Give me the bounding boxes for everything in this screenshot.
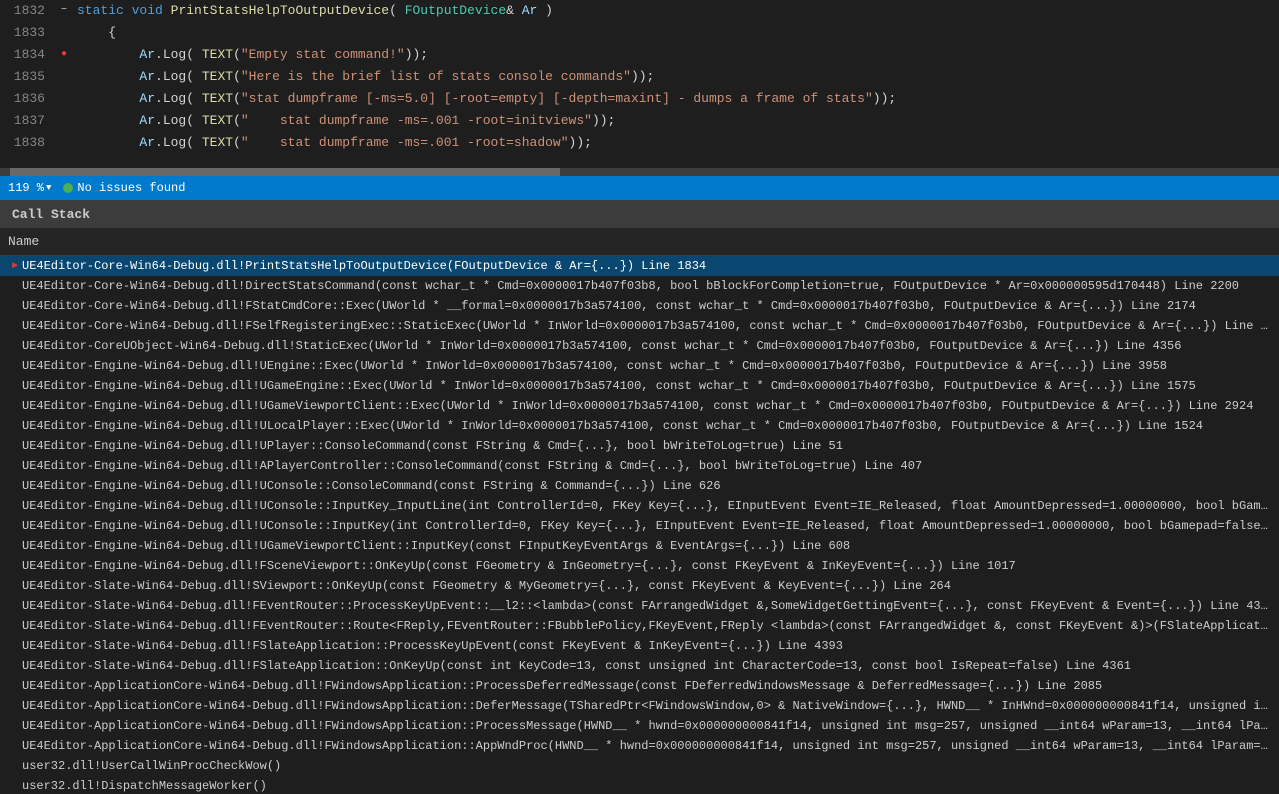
line-content: Ar.Log( TEXT("Empty stat command!"));	[73, 44, 1279, 66]
call-stack-item[interactable]: UE4Editor-Engine-Win64-Debug.dll!UPlayer…	[0, 436, 1279, 456]
call-stack-item[interactable]: UE4Editor-Engine-Win64-Debug.dll!UGameVi…	[0, 396, 1279, 416]
line-indicator: ●	[55, 44, 73, 66]
call-stack-item-text: UE4Editor-Engine-Win64-Debug.dll!UPlayer…	[22, 439, 843, 453]
call-stack-item[interactable]: UE4Editor-ApplicationCore-Win64-Debug.dl…	[0, 676, 1279, 696]
call-stack-item[interactable]: UE4Editor-Engine-Win64-Debug.dll!UEngine…	[0, 356, 1279, 376]
line-number: 1836	[0, 88, 55, 110]
call-stack-item-text: user32.dll!UserCallWinProcCheckWow()	[22, 759, 281, 773]
status-bar: 119 % ▼ No issues found	[0, 176, 1279, 200]
call-stack-item[interactable]: UE4Editor-Slate-Win64-Debug.dll!SViewpor…	[0, 576, 1279, 596]
call-stack-item[interactable]: UE4Editor-Core-Win64-Debug.dll!FSelfRegi…	[0, 316, 1279, 336]
code-line: 1835 Ar.Log( TEXT("Here is the brief lis…	[0, 66, 1279, 88]
call-stack-item-text: UE4Editor-Engine-Win64-Debug.dll!UConsol…	[22, 519, 1271, 533]
call-stack-item-text: UE4Editor-Core-Win64-Debug.dll!DirectSta…	[22, 279, 1239, 293]
line-number: 1837	[0, 110, 55, 132]
call-stack-item[interactable]: UE4Editor-Engine-Win64-Debug.dll!APlayer…	[0, 456, 1279, 476]
zoom-value: 119 %	[8, 181, 44, 195]
call-stack-item[interactable]: UE4Editor-Engine-Win64-Debug.dll!UConsol…	[0, 476, 1279, 496]
call-stack-name-column: Name	[8, 234, 39, 249]
call-stack-item-text: UE4Editor-Core-Win64-Debug.dll!FStatCmdC…	[22, 299, 1196, 313]
call-stack-item-text: UE4Editor-Engine-Win64-Debug.dll!UGameVi…	[22, 539, 850, 553]
zoom-control[interactable]: 119 % ▼	[8, 181, 51, 195]
call-stack-item-text: UE4Editor-CoreUObject-Win64-Debug.dll!St…	[22, 339, 1181, 353]
code-line: 1833 {	[0, 22, 1279, 44]
call-stack-item[interactable]: user32.dll!DispatchMessageWorker()	[0, 776, 1279, 794]
call-stack-item[interactable]: UE4Editor-ApplicationCore-Win64-Debug.dl…	[0, 716, 1279, 736]
call-stack-item[interactable]: UE4Editor-ApplicationCore-Win64-Debug.dl…	[0, 736, 1279, 756]
call-stack-item[interactable]: UE4Editor-Engine-Win64-Debug.dll!ULocalP…	[0, 416, 1279, 436]
line-content: Ar.Log( TEXT("Here is the brief list of …	[73, 66, 1279, 88]
code-editor: 1832−static void PrintStatsHelpToOutputD…	[0, 0, 1279, 168]
line-content: Ar.Log( TEXT(" stat dumpframe -ms=.001 -…	[73, 132, 1279, 154]
line-indicator: −	[55, 0, 73, 22]
call-stack-item-text: UE4Editor-Slate-Win64-Debug.dll!FEventRo…	[22, 619, 1271, 633]
code-line: 1832−static void PrintStatsHelpToOutputD…	[0, 0, 1279, 22]
call-stack-item-text: UE4Editor-Engine-Win64-Debug.dll!ULocalP…	[22, 419, 1203, 433]
call-stack-column-header: Name	[0, 228, 1279, 256]
code-line: 1837 Ar.Log( TEXT(" stat dumpframe -ms=.…	[0, 110, 1279, 132]
call-stack-item[interactable]: UE4Editor-Engine-Win64-Debug.dll!UConsol…	[0, 496, 1279, 516]
call-stack-item-text: UE4Editor-Core-Win64-Debug.dll!PrintStat…	[22, 259, 706, 273]
call-stack-item-text: UE4Editor-Engine-Win64-Debug.dll!UGameEn…	[22, 379, 1196, 393]
call-stack-item-text: user32.dll!DispatchMessageWorker()	[22, 779, 267, 793]
line-indicator	[55, 132, 73, 154]
call-stack-item-text: UE4Editor-Engine-Win64-Debug.dll!UGameVi…	[22, 399, 1253, 413]
no-issues-text: No issues found	[77, 181, 185, 195]
call-stack-item[interactable]: UE4Editor-Slate-Win64-Debug.dll!FEventRo…	[0, 616, 1279, 636]
call-stack-item[interactable]: UE4Editor-Engine-Win64-Debug.dll!FSceneV…	[0, 556, 1279, 576]
code-line: 1838 Ar.Log( TEXT(" stat dumpframe -ms=.…	[0, 132, 1279, 154]
call-stack-item-text: UE4Editor-Engine-Win64-Debug.dll!APlayer…	[22, 459, 922, 473]
line-indicator	[55, 88, 73, 110]
call-stack-item[interactable]: ►UE4Editor-Core-Win64-Debug.dll!PrintSta…	[0, 256, 1279, 276]
call-stack-item-text: UE4Editor-Core-Win64-Debug.dll!FSelfRegi…	[22, 319, 1271, 333]
line-number: 1832	[0, 0, 55, 22]
call-stack-item-text: UE4Editor-ApplicationCore-Win64-Debug.dl…	[22, 739, 1271, 753]
no-issues-indicator: No issues found	[63, 181, 185, 195]
line-content: Ar.Log( TEXT(" stat dumpframe -ms=.001 -…	[73, 110, 1279, 132]
call-stack-item-text: UE4Editor-ApplicationCore-Win64-Debug.dl…	[22, 719, 1271, 733]
call-stack-item[interactable]: UE4Editor-Engine-Win64-Debug.dll!UConsol…	[0, 516, 1279, 536]
line-content: {	[73, 22, 1279, 44]
call-stack-item[interactable]: UE4Editor-Core-Win64-Debug.dll!FStatCmdC…	[0, 296, 1279, 316]
line-number: 1838	[0, 132, 55, 154]
line-indicator	[55, 66, 73, 88]
call-stack-item-text: UE4Editor-Slate-Win64-Debug.dll!FSlateAp…	[22, 639, 843, 653]
call-stack-item[interactable]: UE4Editor-Engine-Win64-Debug.dll!UGameEn…	[0, 376, 1279, 396]
line-number: 1834	[0, 44, 55, 66]
call-stack-item-indicator: ►	[8, 261, 22, 272]
line-number: 1835	[0, 66, 55, 88]
call-stack-item[interactable]: UE4Editor-CoreUObject-Win64-Debug.dll!St…	[0, 336, 1279, 356]
scrollbar-thumb[interactable]	[10, 168, 560, 176]
call-stack-item[interactable]: UE4Editor-Slate-Win64-Debug.dll!FSlateAp…	[0, 656, 1279, 676]
call-stack-item-text: UE4Editor-Engine-Win64-Debug.dll!UConsol…	[22, 479, 721, 493]
call-stack-item[interactable]: UE4Editor-ApplicationCore-Win64-Debug.dl…	[0, 696, 1279, 716]
line-content: static void PrintStatsHelpToOutputDevice…	[73, 0, 1279, 22]
call-stack-item-text: UE4Editor-ApplicationCore-Win64-Debug.dl…	[22, 679, 1102, 693]
call-stack-item-text: UE4Editor-Slate-Win64-Debug.dll!FSlateAp…	[22, 659, 1131, 673]
call-stack-item-text: UE4Editor-Engine-Win64-Debug.dll!UConsol…	[22, 499, 1271, 513]
call-stack-title: Call Stack	[12, 207, 90, 222]
line-indicator	[55, 22, 73, 44]
call-stack-body[interactable]: ►UE4Editor-Core-Win64-Debug.dll!PrintSta…	[0, 256, 1279, 794]
call-stack-item[interactable]: UE4Editor-Engine-Win64-Debug.dll!UGameVi…	[0, 536, 1279, 556]
call-stack-item-text: UE4Editor-ApplicationCore-Win64-Debug.dl…	[22, 699, 1271, 713]
call-stack-item-text: UE4Editor-Engine-Win64-Debug.dll!FSceneV…	[22, 559, 1016, 573]
call-stack-item-text: UE4Editor-Slate-Win64-Debug.dll!SViewpor…	[22, 579, 951, 593]
code-line: 1834● Ar.Log( TEXT("Empty stat command!"…	[0, 44, 1279, 66]
line-indicator	[55, 110, 73, 132]
call-stack-item[interactable]: UE4Editor-Core-Win64-Debug.dll!DirectSta…	[0, 276, 1279, 296]
call-stack-item[interactable]: UE4Editor-Slate-Win64-Debug.dll!FEventRo…	[0, 596, 1279, 616]
line-number: 1833	[0, 22, 55, 44]
green-circle-icon	[63, 183, 73, 193]
call-stack-item[interactable]: user32.dll!UserCallWinProcCheckWow()	[0, 756, 1279, 776]
scrollbar-area[interactable]	[0, 168, 1279, 176]
line-content: Ar.Log( TEXT("stat dumpframe [-ms=5.0] […	[73, 88, 1279, 110]
call-stack-item-text: UE4Editor-Slate-Win64-Debug.dll!FEventRo…	[22, 599, 1271, 613]
call-stack-header: Call Stack	[0, 200, 1279, 228]
call-stack-item-text: UE4Editor-Engine-Win64-Debug.dll!UEngine…	[22, 359, 1167, 373]
call-stack-item[interactable]: UE4Editor-Slate-Win64-Debug.dll!FSlateAp…	[0, 636, 1279, 656]
code-line: 1836 Ar.Log( TEXT("stat dumpframe [-ms=5…	[0, 88, 1279, 110]
zoom-dropdown-icon[interactable]: ▼	[46, 183, 51, 193]
